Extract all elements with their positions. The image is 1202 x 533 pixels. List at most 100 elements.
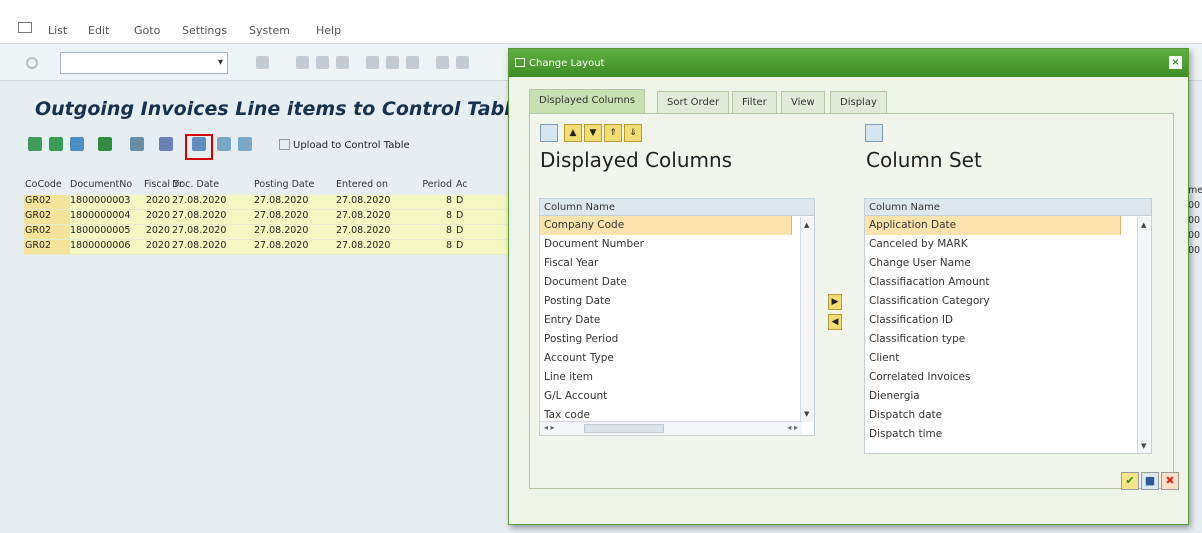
list-item[interactable]: Line item [540,368,814,387]
scroll-thumb[interactable] [584,424,664,433]
filter-icon[interactable] [70,137,84,151]
menu-goto[interactable]: Goto [134,24,160,37]
scroll-down-icon[interactable]: ▼ [1141,442,1146,450]
invoice-grid: CoCode DocumentNo Fiscal Yr Doc. Date Po… [24,179,512,255]
tab-displayed-columns[interactable]: Displayed Columns [529,89,646,113]
find-icon[interactable] [386,56,399,69]
save-button[interactable]: ■ [1141,472,1159,490]
command-field[interactable]: ▾ [60,52,228,74]
sort-ascending-icon[interactable] [28,137,42,151]
tab-display[interactable]: Display [830,91,887,113]
move-top-button[interactable]: ⇑ [604,124,622,142]
cancel-button[interactable]: ✖ [1161,472,1179,490]
vertical-scrollbar[interactable]: ▲ ▼ [1137,217,1151,453]
close-icon[interactable]: × [1169,56,1182,69]
move-up-button[interactable]: ▲ [564,124,582,142]
cancel-icon[interactable] [336,56,349,69]
list-item[interactable]: Company Code [540,216,792,235]
list-item[interactable]: Classification Category [865,292,1151,311]
confirm-button[interactable]: ✔ [1121,472,1139,490]
list-item[interactable]: Classifiacation Amount [865,273,1151,292]
menu-edit[interactable]: Edit [88,24,109,37]
col-entered-on[interactable]: Entered on [336,179,420,195]
list-item[interactable]: G/L Account [540,387,814,406]
list-item[interactable]: Document Number [540,235,814,254]
first-page-icon[interactable] [436,56,449,69]
scroll-up-icon[interactable]: ▲ [804,221,809,229]
list-item[interactable]: Canceled by MARK [865,235,1151,254]
change-layout-dialog: Change Layout × Displayed Columns Sort O… [508,48,1189,525]
list-item[interactable]: Fiscal Year [540,254,814,273]
print-icon[interactable] [366,56,379,69]
prev-page-icon[interactable] [456,56,469,69]
column-name-header[interactable]: Column Name [540,199,814,216]
menu-icon[interactable] [18,22,32,33]
exit-icon[interactable] [316,56,329,69]
save-layout-icon[interactable] [238,137,252,151]
col-fiscal-yr[interactable]: Fiscal Yr [144,179,183,195]
list-item[interactable]: Dispatch date [865,406,1151,425]
tab-filter[interactable]: Filter [732,91,777,113]
cell: 2020 [145,195,170,206]
move-down-button[interactable]: ▼ [584,124,602,142]
chevron-down-icon[interactable]: ▾ [218,57,223,68]
cell: D [456,225,464,236]
scroll-right-icon[interactable]: ◂ ▸ [787,423,798,432]
total-icon[interactable] [98,137,112,151]
table-icon[interactable] [540,124,558,142]
dialog-titlebar[interactable]: Change Layout × [509,49,1188,77]
table-icon[interactable] [865,124,883,142]
cell: 8 [445,240,452,251]
list-item[interactable]: Entry Date [540,311,814,330]
col-doc-date[interactable]: Doc. Date [172,179,254,195]
col-posting-date[interactable]: Posting Date [254,179,336,195]
find-next-icon[interactable] [406,56,419,69]
col-period[interactable]: Period [420,179,456,195]
save-icon[interactable] [256,56,269,69]
cell: GR02 [24,225,70,239]
menu-bar: List Edit Goto Settings System Help [0,0,1202,44]
table-row[interactable]: GR02 1800000003 2020 27.08.2020 27.08.20… [24,195,512,210]
back-icon[interactable] [296,56,309,69]
table-row[interactable]: GR02 1800000006 2020 27.08.2020 27.08.20… [24,240,512,255]
list-item[interactable]: Correlated Invoices [865,368,1151,387]
tab-view[interactable]: View [781,91,825,113]
list-item[interactable]: Client [865,349,1151,368]
scroll-up-icon[interactable]: ▲ [1141,221,1146,229]
list-item[interactable]: Classification ID [865,311,1151,330]
list-item[interactable]: Posting Period [540,330,814,349]
export-icon[interactable] [159,137,173,151]
col-documentno[interactable]: DocumentNo [70,179,144,195]
tab-sort-order[interactable]: Sort Order [657,91,730,113]
menu-system[interactable]: System [249,24,290,37]
move-bottom-button[interactable]: ⇓ [624,124,642,142]
select-layout-icon[interactable] [217,137,231,151]
list-item[interactable]: Change User Name [865,254,1151,273]
print-preview-icon[interactable] [130,137,144,151]
list-item[interactable]: Account Type [540,349,814,368]
list-item[interactable]: Document Date [540,273,814,292]
list-item[interactable]: Dispatch time [865,425,1151,444]
sort-descending-icon[interactable] [49,137,63,151]
dialog-title: Change Layout [529,58,605,69]
menu-settings[interactable]: Settings [182,24,227,37]
move-right-button[interactable]: ▶ [828,294,842,310]
column-name-header[interactable]: Column Name [865,199,1151,216]
move-left-button[interactable]: ◀ [828,314,842,330]
horizontal-scrollbar[interactable]: ◂ ▸ ◂ ▸ [540,421,802,435]
table-row[interactable]: GR02 1800000004 2020 27.08.2020 27.08.20… [24,210,512,225]
list-item[interactable]: Dienergia [865,387,1151,406]
upload-to-control-table-button[interactable]: Upload to Control Table [279,139,410,151]
col-ac[interactable]: Ac [456,179,476,195]
col-cocode[interactable]: CoCode [24,179,70,195]
table-row[interactable]: GR02 1800000005 2020 27.08.2020 27.08.20… [24,225,512,240]
scroll-down-icon[interactable]: ▼ [804,410,809,418]
menu-list[interactable]: List [48,24,67,37]
list-item[interactable]: Posting Date [540,292,814,311]
cell: 1800000004 [70,210,131,221]
vertical-scrollbar[interactable]: ▲ ▼ [800,217,814,422]
list-item[interactable]: Application Date [865,216,1121,235]
menu-help[interactable]: Help [316,24,341,37]
list-item[interactable]: Classification type [865,330,1151,349]
scroll-left-icon[interactable]: ◂ ▸ [544,423,555,432]
